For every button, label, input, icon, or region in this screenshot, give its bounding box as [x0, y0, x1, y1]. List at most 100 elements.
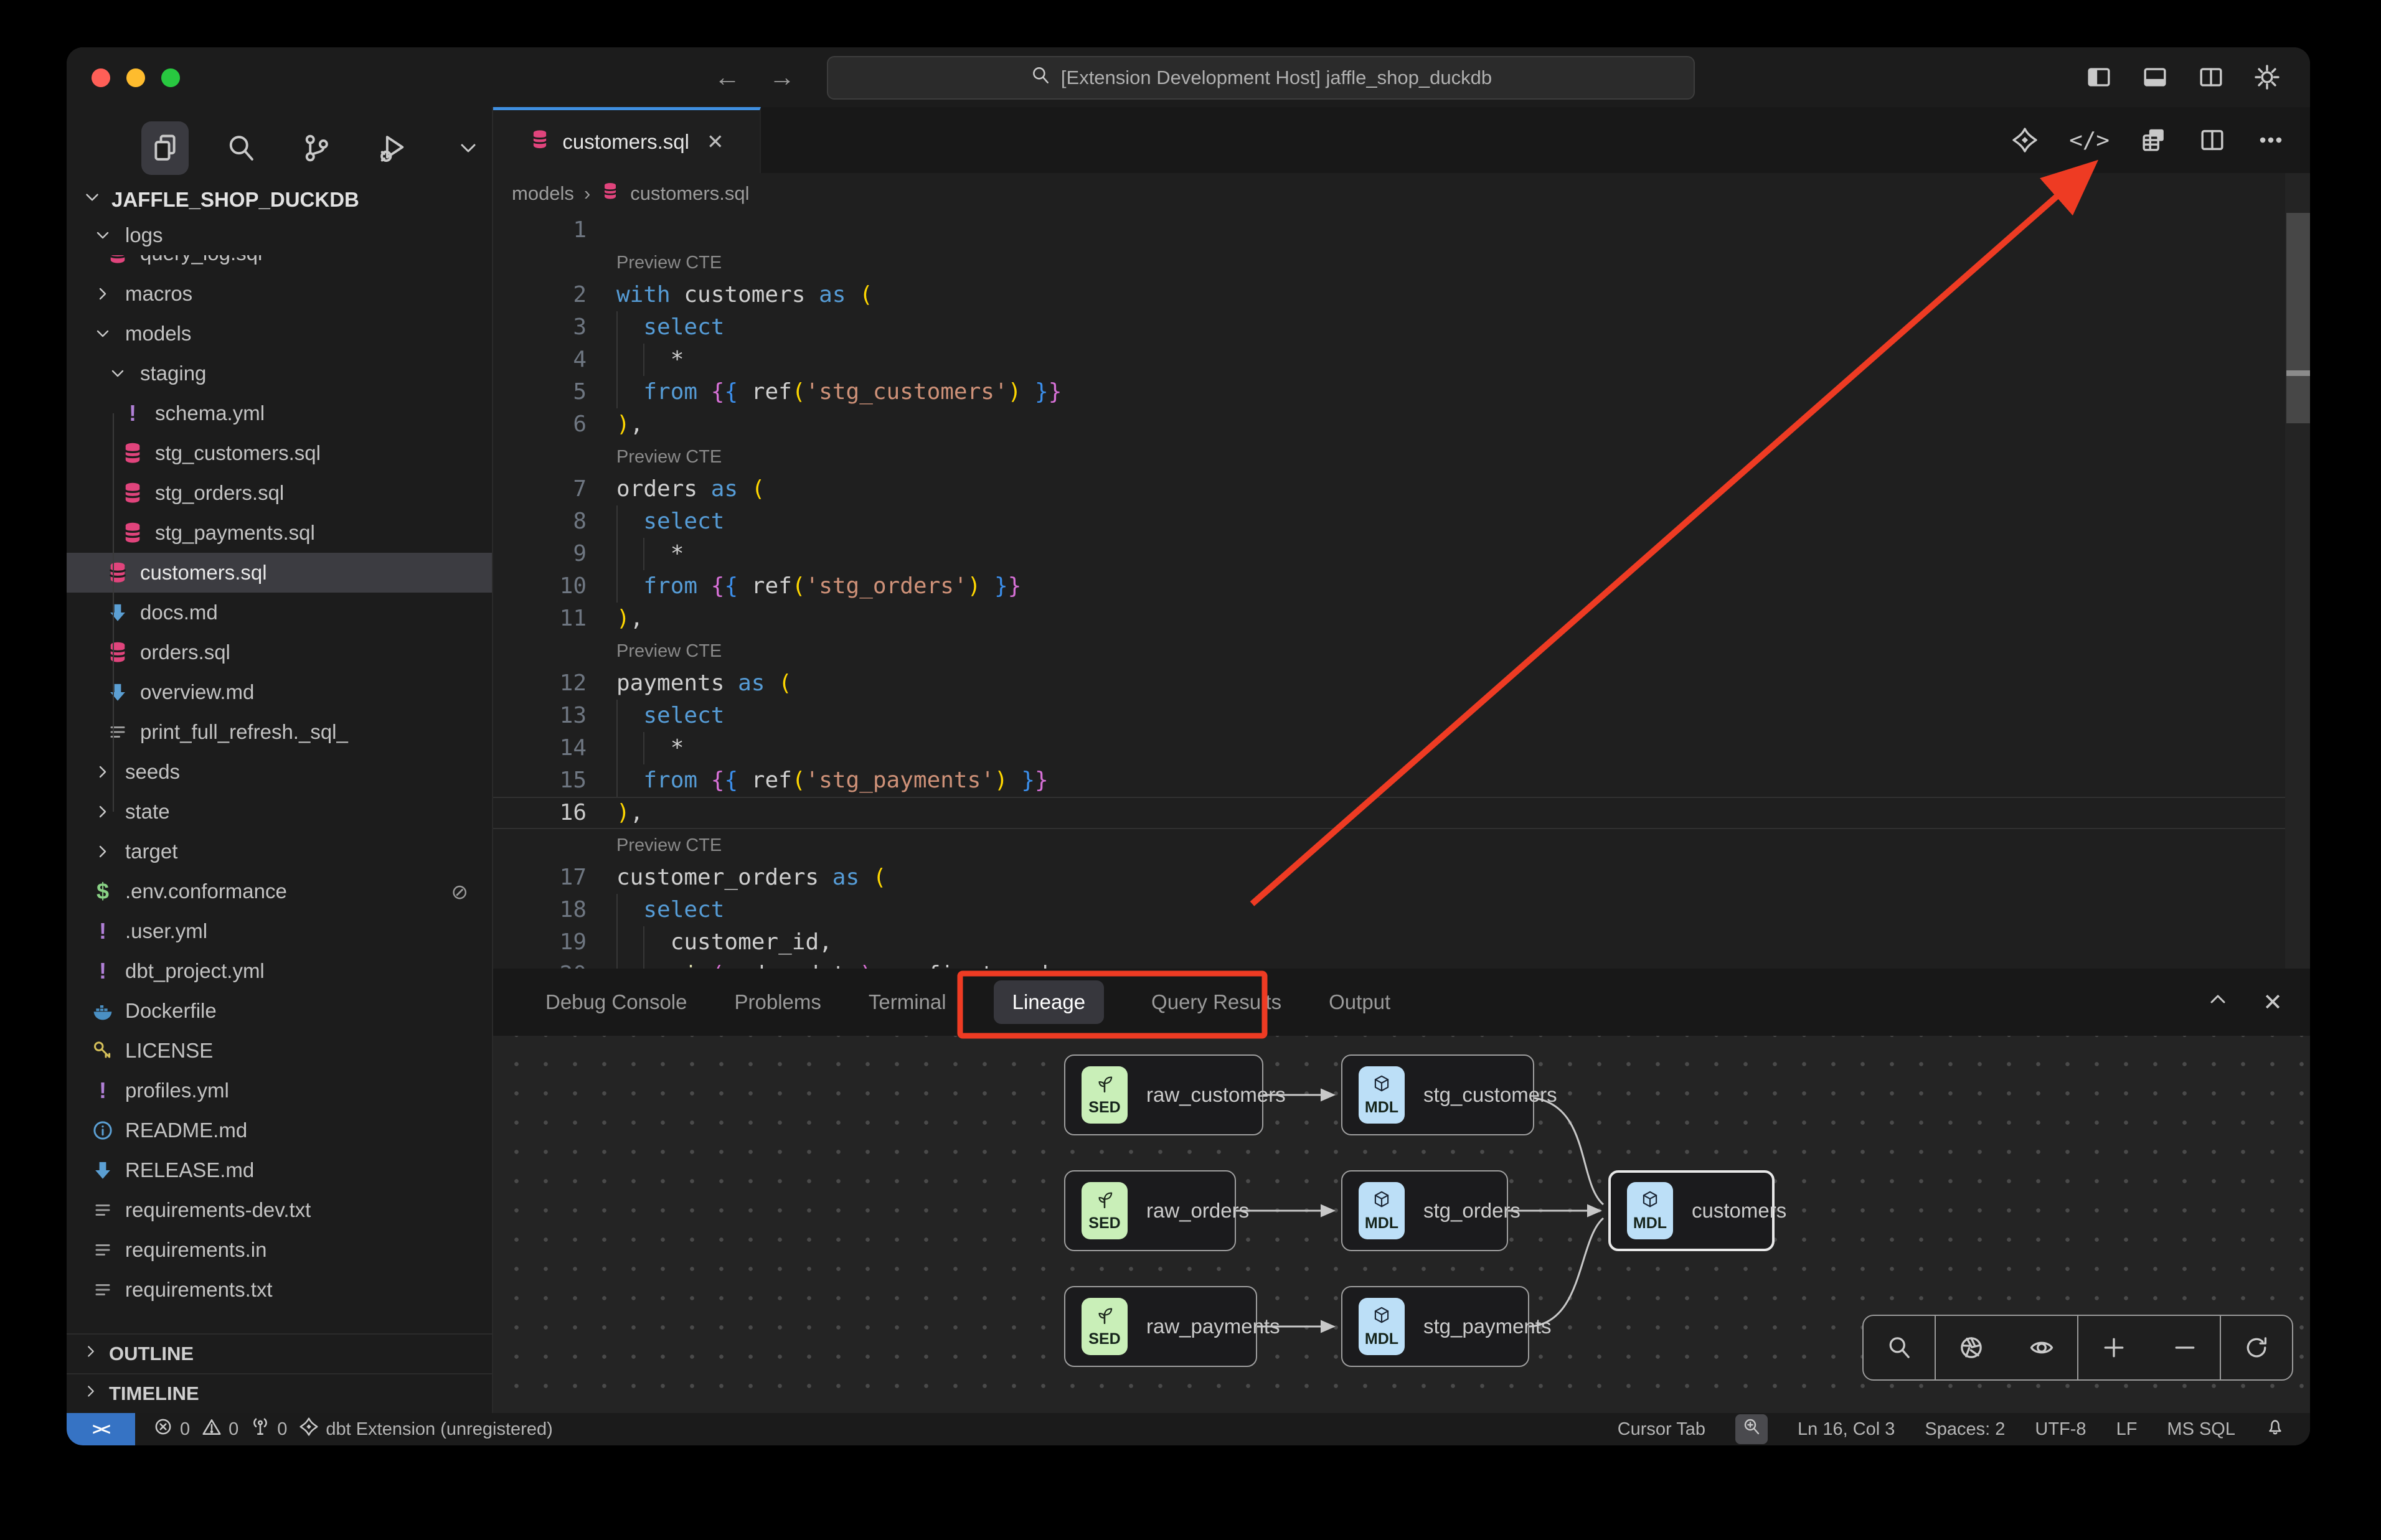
- tree-item-stg-orders-sql[interactable]: stg_orders.sql: [67, 473, 492, 513]
- chevron-up-icon[interactable]: [2205, 987, 2230, 1018]
- status-spaces-2[interactable]: Spaces: 2: [1925, 1419, 2005, 1440]
- status-zoom-in-icon[interactable]: [1735, 1414, 1768, 1444]
- status-warning[interactable]: 0: [201, 1416, 238, 1442]
- timeline-section-header[interactable]: TIMELINE: [67, 1373, 492, 1413]
- command-center-search[interactable]: [Extension Development Host] jaffle_shop…: [827, 56, 1695, 100]
- lineage-node-raw_orders[interactable]: SEDraw_orders: [1064, 1170, 1236, 1251]
- back-arrow-icon[interactable]: ←: [714, 62, 740, 92]
- status-cursor-tab[interactable]: Cursor Tab: [1618, 1419, 1705, 1440]
- lineage-node-raw_customers[interactable]: SEDraw_customers: [1064, 1054, 1263, 1135]
- activity-chevron-down-icon[interactable]: [445, 121, 492, 175]
- table-copy-icon[interactable]: [2139, 126, 2168, 154]
- status-ms-sql[interactable]: MS SQL: [2167, 1419, 2235, 1440]
- tree-item-stg-customers-sql[interactable]: stg_customers.sql: [67, 433, 492, 473]
- tree-item-release-md[interactable]: RELEASE.md: [67, 1150, 492, 1190]
- tab-customers-sql[interactable]: customers.sql ✕: [493, 107, 761, 173]
- panel-tab-query-results[interactable]: Query Results: [1151, 990, 1281, 1014]
- tree-item-target[interactable]: target: [67, 832, 492, 871]
- status-tower[interactable]: 0: [250, 1416, 287, 1442]
- remote-indicator[interactable]: ><: [67, 1413, 135, 1445]
- lineage-toolbar-aperture-icon[interactable]: [1936, 1316, 2007, 1379]
- lineage-node-stg_customers[interactable]: MDLstg_customers: [1341, 1054, 1534, 1135]
- activity-files-icon[interactable]: [141, 121, 189, 175]
- tree-item-license[interactable]: LICENSE: [67, 1031, 492, 1071]
- breadcrumb-file[interactable]: customers.sql: [630, 182, 749, 205]
- lineage-toolbar: [1862, 1315, 2293, 1381]
- tree-item-staging[interactable]: staging: [67, 354, 492, 393]
- tree-item-models[interactable]: models: [67, 314, 492, 354]
- lineage-toolbar-zoom-out-icon[interactable]: [2149, 1316, 2222, 1379]
- maximize-window-button[interactable]: [161, 68, 180, 87]
- panel-tab-terminal[interactable]: Terminal: [869, 990, 946, 1014]
- tree-item-logs[interactable]: logs: [67, 215, 492, 255]
- panel-tab-lineage[interactable]: Lineage: [994, 980, 1104, 1024]
- status-dbt[interactable]: dbt Extension (unregistered): [298, 1416, 552, 1442]
- tree-item-docs-md[interactable]: docs.md: [67, 593, 492, 632]
- lineage-node-customers[interactable]: MDLcustomers: [1608, 1170, 1775, 1251]
- close-panel-icon[interactable]: ✕: [2263, 988, 2283, 1016]
- status-utf-8[interactable]: UTF-8: [2035, 1419, 2086, 1440]
- tree-item-requirements-dev-txt[interactable]: requirements-dev.txt: [67, 1190, 492, 1230]
- codelens-preview-cte[interactable]: Preview CTE: [493, 635, 2310, 667]
- vscode-window: ← → [Extension Development Host] jaffle_…: [67, 47, 2310, 1445]
- breadcrumb-models[interactable]: models: [512, 182, 574, 205]
- activity-debug-icon[interactable]: [369, 121, 416, 175]
- status-error[interactable]: 0: [153, 1416, 190, 1442]
- tree-item-readme-md[interactable]: README.md: [67, 1110, 492, 1150]
- forward-arrow-icon[interactable]: →: [769, 62, 795, 92]
- minimize-window-button[interactable]: [126, 68, 145, 87]
- tree-item-state[interactable]: state: [67, 792, 492, 832]
- tree-item--env-conformance[interactable]: $.env.conformance⊘: [67, 871, 492, 911]
- panel-tab-output[interactable]: Output: [1329, 990, 1390, 1014]
- status-bell-icon[interactable]: [2265, 1417, 2285, 1442]
- editor-scrollbar[interactable]: [2285, 173, 2310, 969]
- lineage-node-stg_payments[interactable]: MDLstg_payments: [1341, 1286, 1529, 1367]
- tree-item-seeds[interactable]: seeds: [67, 752, 492, 792]
- lineage-node-stg_orders[interactable]: MDLstg_orders: [1341, 1170, 1508, 1251]
- layout-split-icon[interactable]: [2197, 63, 2225, 92]
- tree-item-overview-md[interactable]: overview.md: [67, 672, 492, 712]
- codelens-preview-cte[interactable]: Preview CTE: [493, 829, 2310, 862]
- layout-panel-icon[interactable]: [2141, 63, 2169, 92]
- panel-tab-debug-console[interactable]: Debug Console: [545, 990, 687, 1014]
- panel-tab-problems[interactable]: Problems: [735, 990, 821, 1014]
- codelens-preview-cte[interactable]: Preview CTE: [493, 441, 2310, 473]
- layout-sidebar-icon[interactable]: [2085, 63, 2113, 92]
- tree-item-print-full-refresh-sql-[interactable]: print_full_refresh._sql_: [67, 712, 492, 752]
- tree-item-query-log-sql[interactable]: query_log.sql: [67, 255, 492, 274]
- lineage-toolbar-refresh-icon[interactable]: [2221, 1316, 2292, 1379]
- scrollbar-thumb[interactable]: [2286, 213, 2310, 423]
- lineage-toolbar-search-icon[interactable]: [1864, 1316, 1936, 1379]
- close-window-button[interactable]: [92, 68, 110, 87]
- tree-item-stg-payments-sql[interactable]: stg_payments.sql: [67, 513, 492, 553]
- lineage-graph[interactable]: SEDraw_customers MDLstg_customers SEDraw_o…: [493, 1036, 2310, 1413]
- code-editor[interactable]: 1Preview CTE2with customers as (3 select…: [493, 214, 2310, 969]
- gear-icon[interactable]: [2253, 63, 2281, 92]
- close-tab-icon[interactable]: ✕: [707, 129, 724, 154]
- status-ln-16-col-3[interactable]: Ln 16, Col 3: [1798, 1419, 1895, 1440]
- explorer-section-header[interactable]: JAFFLE_SHOP_DUCKDB: [82, 181, 359, 219]
- tree-item-profiles-yml[interactable]: !profiles.yml: [67, 1071, 492, 1110]
- tree-item-dbt-project-yml[interactable]: !dbt_project.yml: [67, 951, 492, 991]
- activity-source-control-icon[interactable]: [293, 121, 341, 175]
- tree-item-schema-yml[interactable]: !schema.yml: [67, 393, 492, 433]
- tree-item-label: staging: [140, 362, 206, 385]
- split-editor-icon[interactable]: [2198, 126, 2227, 154]
- code-icon[interactable]: </>: [2069, 128, 2110, 153]
- tree-item-requirements-txt[interactable]: requirements.txt: [67, 1270, 492, 1310]
- tree-item-dockerfile[interactable]: Dockerfile: [67, 991, 492, 1031]
- lineage-node-raw_payments[interactable]: SEDraw_payments: [1064, 1286, 1257, 1367]
- tree-item-customers-sql[interactable]: customers.sql: [67, 553, 492, 593]
- codelens-preview-cte[interactable]: Preview CTE: [493, 246, 2310, 279]
- lineage-toolbar-eye-icon[interactable]: [2006, 1316, 2078, 1379]
- outline-section-header[interactable]: OUTLINE: [67, 1333, 492, 1373]
- tree-item-orders-sql[interactable]: orders.sql: [67, 632, 492, 672]
- tree-item-requirements-in[interactable]: requirements.in: [67, 1230, 492, 1270]
- status-lf[interactable]: LF: [2116, 1419, 2138, 1440]
- ellipsis-icon[interactable]: [2256, 126, 2285, 154]
- dbt-icon[interactable]: [2011, 126, 2039, 154]
- lineage-toolbar-zoom-in-icon[interactable]: [2078, 1316, 2149, 1379]
- tree-item-macros[interactable]: macros: [67, 274, 492, 314]
- activity-search-icon[interactable]: [217, 121, 265, 175]
- tree-item--user-yml[interactable]: !.user.yml: [67, 911, 492, 951]
